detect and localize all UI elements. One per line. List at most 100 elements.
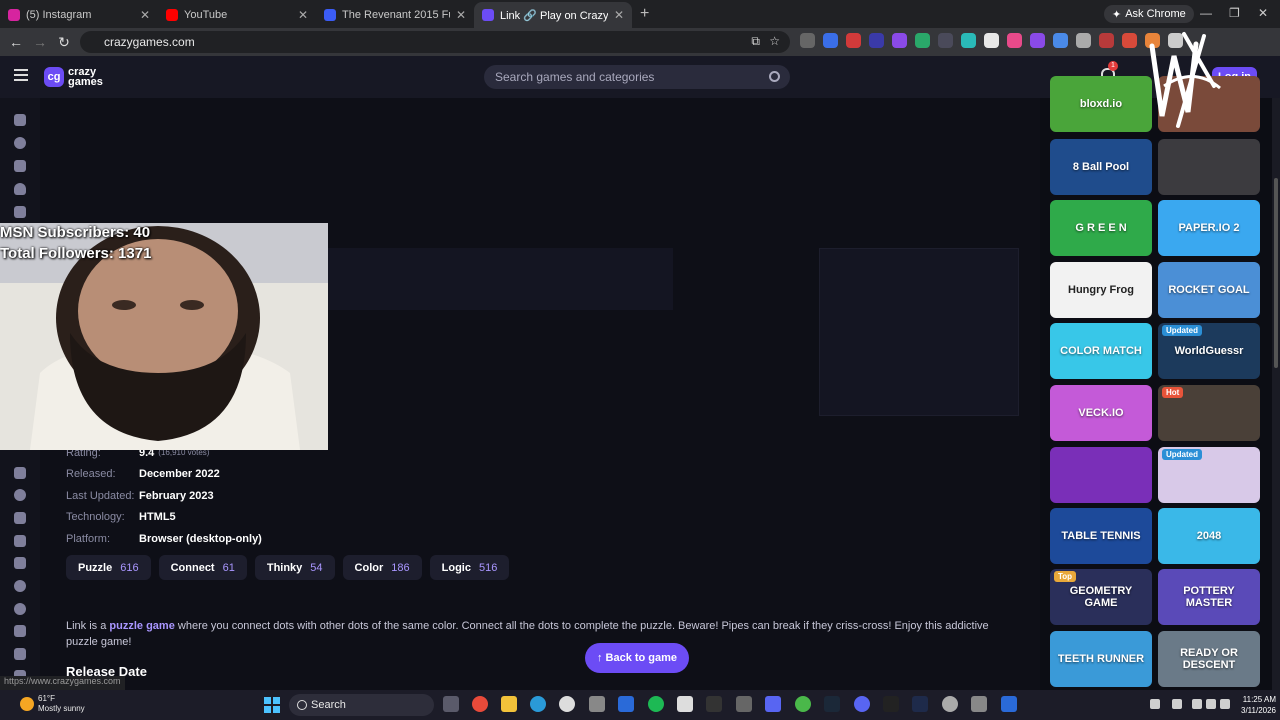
close-icon[interactable]: ✕ (298, 8, 308, 22)
task-view-icon[interactable] (443, 696, 459, 712)
category-icon[interactable] (14, 557, 26, 569)
app-icon[interactable] (706, 696, 722, 712)
tab-youtube[interactable]: YouTube ✕ (158, 2, 316, 28)
gamepad-icon[interactable] (14, 467, 26, 479)
ask-chrome-button[interactable]: ✦ Ask Chrome (1104, 5, 1194, 23)
chevron-up-icon[interactable] (1150, 699, 1160, 709)
game-tile[interactable]: Updated WorldGuessr (1158, 323, 1260, 379)
extension-icon[interactable] (892, 33, 907, 48)
extension-icon[interactable] (1122, 33, 1137, 48)
game-tile[interactable]: READY OR DESCENT (1158, 631, 1260, 687)
category-icon[interactable] (14, 648, 26, 660)
close-window-button[interactable]: ✕ (1258, 6, 1268, 20)
extension-icon[interactable] (938, 33, 953, 48)
weather-widget[interactable]: 61°F Mostly sunny (20, 694, 85, 714)
edge-icon[interactable] (530, 696, 546, 712)
back-arrow-icon[interactable]: ← (4, 34, 28, 50)
trending-icon[interactable] (14, 183, 26, 195)
tag-thinky[interactable]: Thinky 54 (254, 555, 335, 580)
windows-start-icon[interactable] (264, 697, 280, 713)
home-icon[interactable] (14, 114, 26, 126)
address-bar[interactable]: crazygames.com ⧉ ☆ (80, 31, 790, 53)
app-icon[interactable] (942, 696, 958, 712)
game-tile[interactable]: Top GEOMETRY GAME (1050, 569, 1152, 625)
game-tile[interactable]: COLOR MATCH (1050, 323, 1152, 379)
game-tile[interactable] (1050, 447, 1152, 503)
game-tile[interactable]: TEETH RUNNER (1050, 631, 1152, 687)
tag-color[interactable]: Color 186 (342, 555, 422, 580)
back-to-game-button[interactable]: ↑ Back to game (585, 643, 689, 673)
page-scrollbar[interactable] (1272, 98, 1280, 690)
app-icon[interactable] (854, 696, 870, 712)
game-tile[interactable]: TABLE TENNIS (1050, 508, 1152, 564)
category-icon[interactable] (14, 580, 26, 592)
reload-icon[interactable]: ↻ (52, 34, 76, 51)
scrollbar-thumb[interactable] (1274, 178, 1278, 368)
game-tile[interactable]: ROCKET GOAL (1158, 262, 1260, 318)
steam-icon[interactable] (824, 696, 840, 712)
chrome-icon[interactable] (795, 696, 811, 712)
game-tile[interactable]: Hot (1158, 385, 1260, 441)
close-icon[interactable]: ✕ (614, 8, 624, 22)
extension-icon[interactable] (1007, 33, 1022, 48)
extension-icon[interactable] (1030, 33, 1045, 48)
game-tile[interactable]: PAPER.IO 2 (1158, 200, 1260, 256)
spotify-icon[interactable] (648, 696, 664, 712)
new-tab-button[interactable]: + (640, 5, 649, 23)
search-icon[interactable] (769, 71, 780, 82)
search-input[interactable]: Search games and categories (484, 65, 790, 89)
battery-icon[interactable] (1220, 699, 1230, 709)
extension-icon[interactable] (823, 33, 838, 48)
media-icon[interactable] (559, 696, 575, 712)
category-icon[interactable] (14, 512, 26, 524)
close-icon[interactable]: ✕ (456, 8, 466, 22)
tag-logic[interactable]: Logic 516 (429, 555, 510, 580)
tab-revenant[interactable]: The Revenant 2015 Full movie o ✕ (316, 2, 474, 28)
extension-icon[interactable] (1076, 33, 1091, 48)
crazygames-logo[interactable]: cg crazy games (44, 67, 103, 88)
tag-puzzle[interactable]: Puzzle 616 (66, 555, 151, 580)
wifi-icon[interactable] (1192, 699, 1202, 709)
taskbar-clock[interactable]: 11:25 AM 3/11/2026 (1230, 694, 1276, 716)
category-icon[interactable] (14, 489, 26, 501)
volume-icon[interactable] (1206, 699, 1216, 709)
extension-icon[interactable] (846, 33, 861, 48)
game-tile[interactable]: POTTERY MASTER (1158, 569, 1260, 625)
game-tile[interactable]: G R E E N (1050, 200, 1152, 256)
recent-icon[interactable] (14, 137, 26, 149)
game-tile[interactable]: 8 Ball Pool (1050, 139, 1152, 195)
app-icon[interactable] (1001, 696, 1017, 712)
app-tray-icon[interactable] (1172, 699, 1182, 709)
app-icon[interactable] (971, 696, 987, 712)
install-icon[interactable]: ⧉ (751, 34, 760, 49)
new-icon[interactable] (14, 160, 26, 172)
puzzle-game-link[interactable]: puzzle game (109, 620, 174, 632)
app-icon[interactable] (736, 696, 752, 712)
game-tile[interactable]: 2048 (1158, 508, 1260, 564)
updated-icon[interactable] (14, 206, 26, 218)
epic-icon[interactable] (883, 696, 899, 712)
photoshop-icon[interactable] (912, 696, 928, 712)
app-icon[interactable] (618, 696, 634, 712)
extension-icon[interactable] (984, 33, 999, 48)
help-icon[interactable] (800, 33, 815, 48)
close-icon[interactable]: ✕ (140, 8, 150, 22)
extension-icon[interactable] (1099, 33, 1114, 48)
extension-icon[interactable] (915, 33, 930, 48)
extension-icon[interactable] (961, 33, 976, 48)
game-tile[interactable]: Updated (1158, 447, 1260, 503)
star-icon[interactable]: ☆ (769, 34, 780, 48)
app-icon[interactable] (472, 696, 488, 712)
extension-icon[interactable] (1053, 33, 1068, 48)
app-icon[interactable] (589, 696, 605, 712)
tab-instagram[interactable]: (5) Instagram ✕ (0, 2, 158, 28)
tab-crazygames[interactable]: Link 🔗 Play on CrazyGames ✕ (474, 2, 632, 28)
category-icon[interactable] (14, 603, 26, 615)
game-tile[interactable]: bloxd.io (1050, 76, 1152, 132)
maximize-button[interactable]: ❐ (1229, 6, 1240, 20)
game-tile[interactable] (1158, 139, 1260, 195)
app-icon[interactable] (677, 696, 693, 712)
taskbar-search[interactable]: Search (289, 694, 434, 716)
forward-arrow-icon[interactable]: → (28, 34, 52, 50)
category-icon[interactable] (14, 625, 26, 637)
